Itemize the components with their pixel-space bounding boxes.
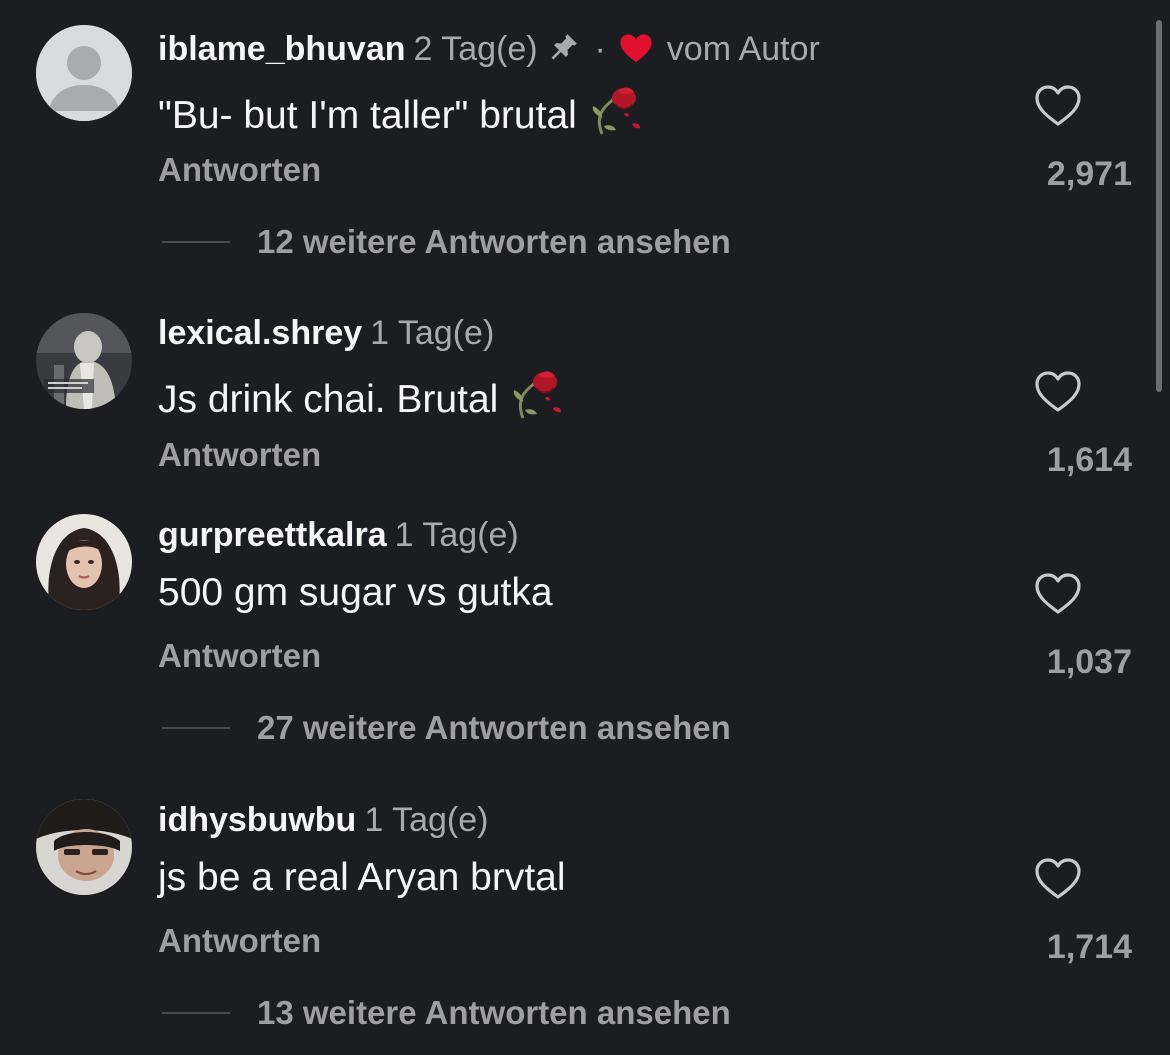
username[interactable]: lexical.shrey bbox=[158, 314, 362, 352]
comment-text-content: "Bu- but I'm taller" brutal bbox=[158, 94, 577, 137]
wilted-rose-icon bbox=[498, 371, 565, 421]
comment-meta: iblame_bhuvan 2 Tag(e) · vom Autor bbox=[158, 29, 820, 69]
reply-button[interactable]: Antworten bbox=[158, 150, 321, 190]
author-like-label: vom Autor bbox=[666, 30, 820, 68]
timestamp: 1 Tag(e) bbox=[370, 314, 495, 352]
like-button[interactable] bbox=[1032, 853, 1084, 905]
like-button[interactable] bbox=[1032, 366, 1084, 418]
reply-divider-line bbox=[162, 241, 230, 243]
scrollbar[interactable] bbox=[1156, 20, 1162, 392]
heart-filled-icon bbox=[610, 30, 663, 68]
heart-outline-icon bbox=[1035, 858, 1081, 899]
comment-meta: gurpreettkalra 1 Tag(e) bbox=[158, 515, 519, 555]
profile-photo-icon bbox=[36, 514, 132, 610]
like-count: 1,037 bbox=[1046, 643, 1132, 681]
reply-button[interactable]: Antworten bbox=[158, 435, 321, 475]
profile-photo-icon bbox=[36, 313, 132, 409]
reply-button[interactable]: Antworten bbox=[158, 921, 321, 961]
heart-outline-icon bbox=[1035, 85, 1081, 126]
like-count: 1,714 bbox=[1046, 928, 1132, 966]
reply-divider-line bbox=[162, 1012, 230, 1014]
username[interactable]: iblame_bhuvan bbox=[158, 30, 406, 68]
avatar[interactable] bbox=[36, 25, 132, 121]
view-replies-label: 13 weitere Antworten ansehen bbox=[257, 994, 731, 1031]
like-count: 1,614 bbox=[1046, 441, 1132, 479]
reply-button[interactable]: Antworten bbox=[158, 636, 321, 676]
view-replies-label: 27 weitere Antworten ansehen bbox=[257, 709, 731, 746]
comment-text: 500 gm sugar vs gutka bbox=[158, 571, 553, 614]
wilted-rose-icon bbox=[588, 87, 644, 137]
comment-text: Js drink chai. Brutal bbox=[158, 368, 565, 423]
avatar[interactable] bbox=[36, 313, 132, 409]
like-count: 2,971 bbox=[1046, 155, 1132, 193]
timestamp: 2 Tag(e) bbox=[413, 30, 538, 68]
pin-icon bbox=[547, 30, 590, 68]
heart-outline-icon bbox=[1035, 573, 1081, 614]
separator-dot: · bbox=[594, 30, 606, 68]
comment-meta: idhysbuwbu 1 Tag(e) bbox=[158, 800, 488, 840]
heart-outline-icon bbox=[1035, 371, 1081, 412]
like-button[interactable] bbox=[1032, 80, 1084, 132]
comment-text: "Bu- but I'm taller" brutal bbox=[158, 84, 644, 139]
comment-text-content: Js drink chai. Brutal bbox=[158, 378, 499, 421]
comment-text: js be a real Aryan brvtal bbox=[158, 856, 566, 899]
avatar[interactable] bbox=[36, 514, 132, 610]
username[interactable]: gurpreettkalra bbox=[158, 516, 387, 554]
default-avatar-icon bbox=[36, 25, 132, 121]
like-button[interactable] bbox=[1032, 568, 1084, 620]
avatar[interactable] bbox=[36, 799, 132, 895]
username[interactable]: idhysbuwbu bbox=[158, 801, 356, 839]
comment-meta: lexical.shrey 1 Tag(e) bbox=[158, 313, 494, 353]
reply-divider-line bbox=[162, 727, 230, 729]
timestamp: 1 Tag(e) bbox=[364, 801, 489, 839]
view-replies-label: 12 weitere Antworten ansehen bbox=[257, 223, 731, 260]
profile-photo-icon bbox=[36, 799, 132, 895]
timestamp: 1 Tag(e) bbox=[394, 516, 519, 554]
